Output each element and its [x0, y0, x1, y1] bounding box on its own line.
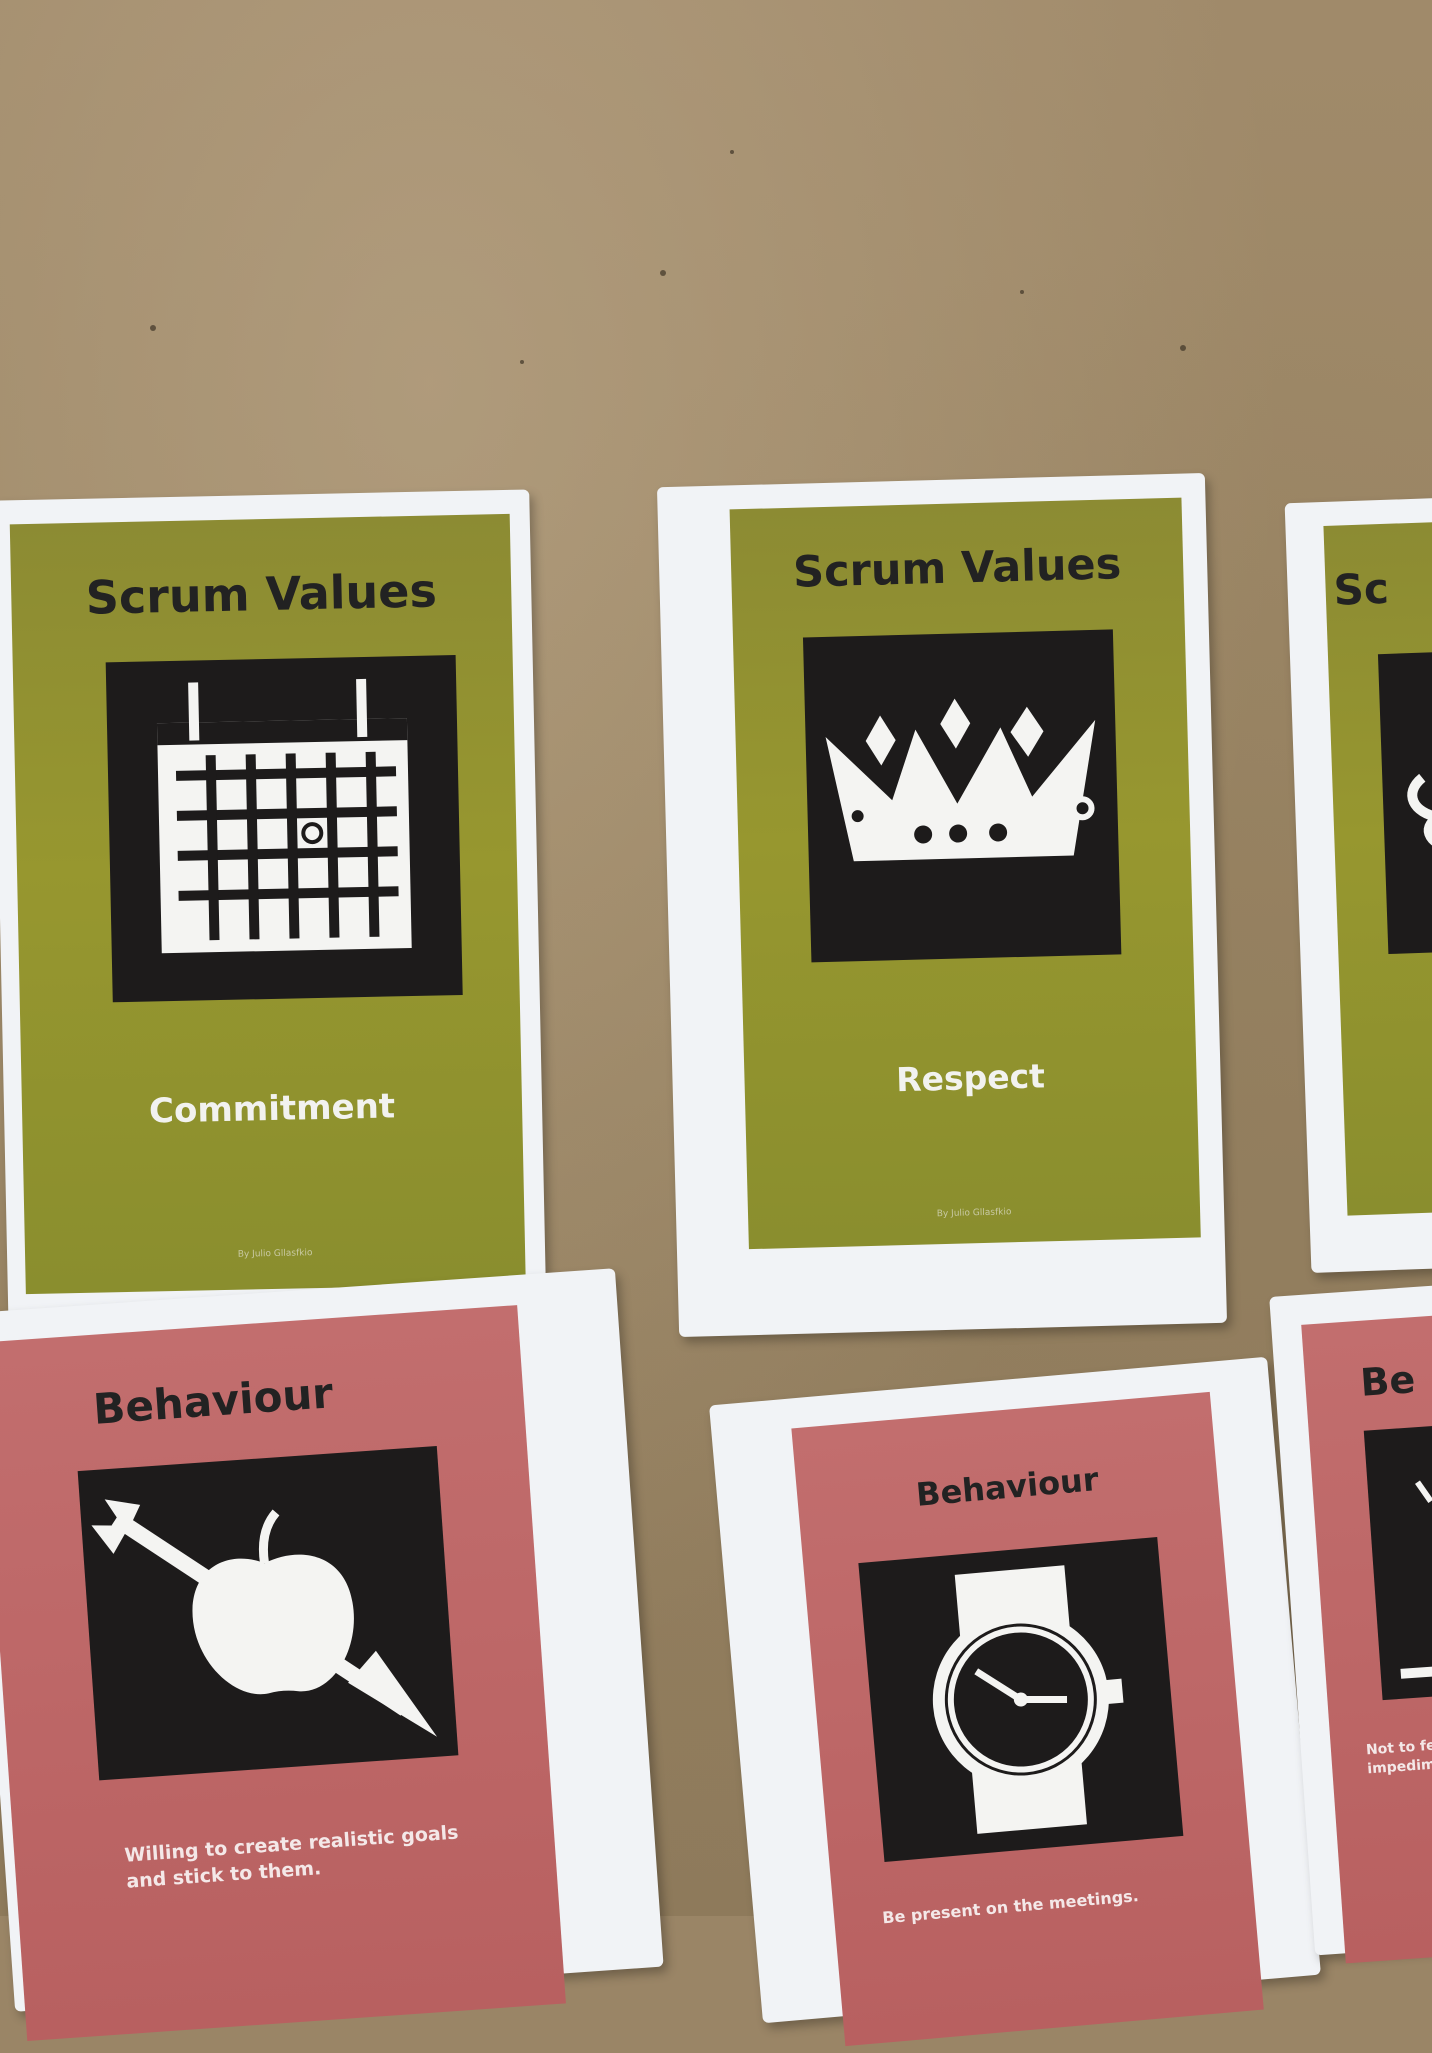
board-speck — [520, 360, 524, 364]
board-speck — [150, 325, 156, 331]
card-label: Commitment — [148, 1086, 396, 1132]
crown-icon — [802, 629, 1122, 963]
card-paper-behaviour-meetings: Behaviour Be present on the meetings. — [709, 1356, 1321, 2047]
card-title: Behaviour — [914, 1460, 1100, 1514]
calendar-icon — [105, 655, 463, 1003]
behaviour-card-goals: Behaviour Willing to create realistic go… — [0, 1305, 566, 2042]
card-title: Behaviour — [91, 1368, 335, 1434]
card-paper-partial-top: Sc — [1284, 497, 1432, 1273]
card-description: Be present on the meetings. — [881, 1886, 1140, 1928]
card-title: Sc — [1332, 563, 1390, 615]
card-title: Be — [1358, 1357, 1417, 1405]
card-title: Scrum Values — [85, 563, 438, 625]
board-speck — [1020, 290, 1024, 294]
card-label: Respect — [895, 1056, 1046, 1100]
behaviour-card-partial: Be Not to fe impedim — [1301, 1313, 1432, 1964]
card-byline: By Julio Gllasfkio — [936, 1207, 1012, 1220]
board-speck — [660, 270, 666, 276]
board-speck — [1180, 345, 1186, 351]
card-paper-commitment: Scrum Values Commitment By Julio Gllasfk… — [0, 489, 547, 1341]
board-speck — [730, 150, 734, 154]
unknown-icon — [1363, 1422, 1432, 1701]
card-description: Willing to create realistic goals and st… — [124, 1820, 461, 1894]
card-paper-behaviour-goals: Behaviour Willing to create realistic go… — [0, 1268, 664, 2042]
watch-icon — [858, 1537, 1184, 1863]
value-card-respect: Scrum Values Respect By Julio Gllasfkio — [729, 497, 1201, 1250]
steam-icon — [1377, 650, 1432, 955]
card-paper-respect: Scrum Values Respect By Julio Gllasfkio — [656, 472, 1228, 1338]
card-description: Not to fe impedim — [1365, 1737, 1432, 1780]
description-line-2: impedim — [1366, 1756, 1432, 1778]
card-title: Scrum Values — [792, 539, 1122, 598]
value-card-partial: Sc — [1323, 520, 1432, 1216]
value-card-commitment: Scrum Values Commitment By Julio Gllasfk… — [9, 513, 526, 1295]
apple-arrow-icon — [77, 1446, 459, 1781]
card-byline: By Julio Gllasfkio — [237, 1248, 313, 1260]
behaviour-card-meetings: Behaviour Be present on the meetings. — [791, 1391, 1264, 2047]
